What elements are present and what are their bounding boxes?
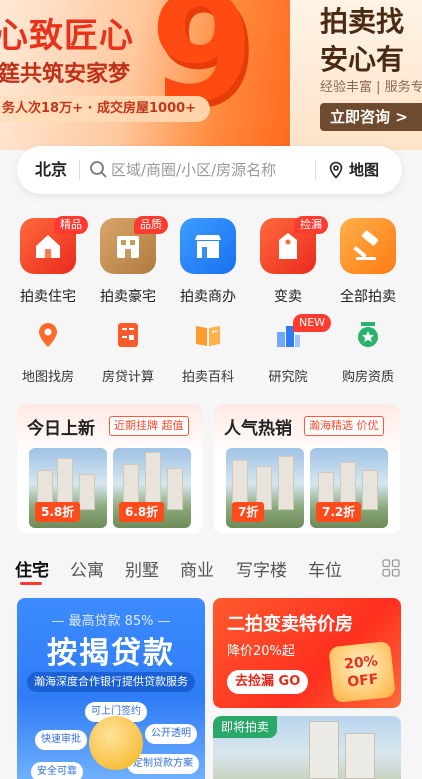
listing-photo[interactable]: 7.2折 <box>310 448 388 528</box>
category-label: 全部拍卖 <box>340 289 396 305</box>
tool-label: 研究院 <box>268 370 308 385</box>
promo-title: 二拍变卖特价房 <box>227 614 353 635</box>
page: 9 心致匠心 筳共筑安家梦 务人次18万+ · 成交房屋1000+ 拍卖找 安心… <box>0 0 422 779</box>
property-type-tabs: 住宅 公寓 别墅 商业 写字楼 车位 <box>0 556 422 585</box>
building <box>278 456 294 510</box>
search-bar[interactable]: 北京 区域/商圈/小区/房源名称 地图 <box>17 146 402 194</box>
feature-card-title: 人气热销 <box>224 419 292 439</box>
feature-card-badge: 瀚海精选 价优 <box>304 416 384 436</box>
building <box>167 468 183 510</box>
tab-residential[interactable]: 住宅 <box>15 556 49 581</box>
category-tag: 精品 <box>54 216 88 234</box>
discount-badge: 7.2折 <box>316 502 362 522</box>
loan-chip: 公开透明 <box>145 724 197 744</box>
category-all-auctions[interactable]: 全部拍卖 <box>329 218 407 306</box>
book-icon <box>196 326 220 346</box>
banner-main-panel[interactable]: 9 心致匠心 筳共筑安家梦 务人次18万+ · 成交房屋1000+ <box>0 0 290 150</box>
active-tab-indicator <box>20 582 42 585</box>
loan-chip: 安全可靠 <box>31 762 83 779</box>
side-desc: 经验丰富 | 服务专 <box>320 80 422 95</box>
discount-off-icon: 20% OFF <box>328 640 396 704</box>
new-badge: NEW <box>293 314 332 332</box>
category-tag: 品质 <box>134 216 168 234</box>
consult-button[interactable]: 立即咨询 > <box>320 103 422 131</box>
tab-parking[interactable]: 车位 <box>308 556 342 581</box>
tool-map-search[interactable]: 地图找房 <box>11 320 85 385</box>
building <box>79 474 95 510</box>
discount-badge: 6.8折 <box>119 502 165 522</box>
tool-auction-wiki[interactable]: 拍卖百科 <box>171 320 245 385</box>
price-tag-icon: 捡漏 <box>260 216 328 274</box>
side-title-2: 安心有 <box>320 43 405 76</box>
tool-label: 地图找房 <box>21 370 74 385</box>
side-title-1: 拍卖找 <box>320 5 405 38</box>
feature-card-hot-sales[interactable]: 人气热销 瀚海精选 价优 7折 7.2折 <box>214 404 400 534</box>
map-pin-icon <box>39 323 57 347</box>
banner-subtitle: 筳共筑安家梦 <box>0 62 131 87</box>
loan-title: 按揭贷款 <box>47 636 175 671</box>
certificate-icon <box>358 322 378 347</box>
discount-badge: 5.8折 <box>35 502 81 522</box>
loan-top: — 最高贷款 85% — <box>51 614 171 629</box>
feature-card-new-listings[interactable]: 今日上新 近期挂牌 超值 5.8折 6.8折 <box>17 404 203 534</box>
tab-office[interactable]: 写字楼 <box>236 556 287 581</box>
category-auction-luxury[interactable]: 品质 拍卖豪宅 <box>89 216 168 306</box>
mortgage-card[interactable]: — 最高贷款 85% — 按揭贷款 瀚海深度合作银行提供贷款服务 可上门签约 快… <box>17 598 205 779</box>
search-divider <box>79 160 80 180</box>
listing-photo[interactable]: 5.8折 <box>29 448 107 528</box>
calculator-icon <box>118 323 138 347</box>
gavel-icon <box>340 218 396 274</box>
category-auction-residential[interactable]: 精品 拍卖住宅 <box>9 216 88 306</box>
banner-title: 心致匠心 <box>0 16 134 56</box>
bargain-button[interactable]: 去捡漏 GO <box>227 670 309 694</box>
tab-villa[interactable]: 别墅 <box>125 556 159 581</box>
discount-badge: 7折 <box>232 502 265 522</box>
map-button[interactable]: 地图 <box>327 146 379 194</box>
building <box>345 733 375 779</box>
tool-label: 房贷计算 <box>101 370 154 385</box>
tool-label: 购房资质 <box>341 370 394 385</box>
villa-icon: 品质 <box>100 216 168 274</box>
loan-desc: 瀚海深度合作银行提供贷款服务 <box>27 672 195 692</box>
map-pin-icon <box>329 161 343 179</box>
building <box>309 721 339 779</box>
feature-card-title: 今日上新 <box>27 419 95 439</box>
category-tag: 捡漏 <box>294 216 328 234</box>
coin-icon <box>89 716 143 770</box>
loan-chip: 快速审批 <box>35 730 87 750</box>
category-label: 拍卖商办 <box>180 289 236 305</box>
tab-commercial[interactable]: 商业 <box>180 556 214 581</box>
tool-research-institute[interactable]: NEW 研究院 <box>251 314 332 385</box>
building <box>362 470 378 510</box>
category-label: 拍卖豪宅 <box>100 289 156 305</box>
search-input[interactable]: 区域/商圈/小区/房源名称 <box>111 146 276 194</box>
banner-stats: 务人次18万+ · 成交房屋1000+ <box>0 96 211 122</box>
category-auction-commercial[interactable]: 拍卖商办 <box>169 218 247 306</box>
category-sale[interactable]: 捡漏 变卖 <box>249 216 328 306</box>
shop-icon <box>180 218 236 274</box>
search-divider <box>315 160 316 180</box>
listing-photo[interactable]: 7折 <box>226 448 304 528</box>
category-label: 变卖 <box>274 289 302 305</box>
promo-subtitle: 降价20%起 <box>227 644 295 659</box>
listing-photo[interactable]: 6.8折 <box>113 448 191 528</box>
category-label: 拍卖住宅 <box>20 289 76 305</box>
second-auction-sale-card[interactable]: 二拍变卖特价房 降价20%起 去捡漏 GO 20% OFF <box>213 598 401 708</box>
search-icon <box>90 161 107 178</box>
upcoming-auction-card[interactable]: 即将拍卖 <box>213 716 401 779</box>
tool-label: 拍卖百科 <box>181 370 234 385</box>
tool-purchase-qualification[interactable]: 购房资质 <box>331 320 405 385</box>
house-icon: 精品 <box>20 216 88 274</box>
city-selector[interactable]: 北京 <box>35 146 67 194</box>
feature-card-badge: 近期挂牌 超值 <box>109 416 189 436</box>
tab-apartment[interactable]: 公寓 <box>70 556 104 581</box>
grid-icon[interactable] <box>382 559 400 577</box>
upcoming-tag: 即将拍卖 <box>213 716 278 738</box>
tool-mortgage-calculator[interactable]: 房贷计算 <box>91 320 165 385</box>
